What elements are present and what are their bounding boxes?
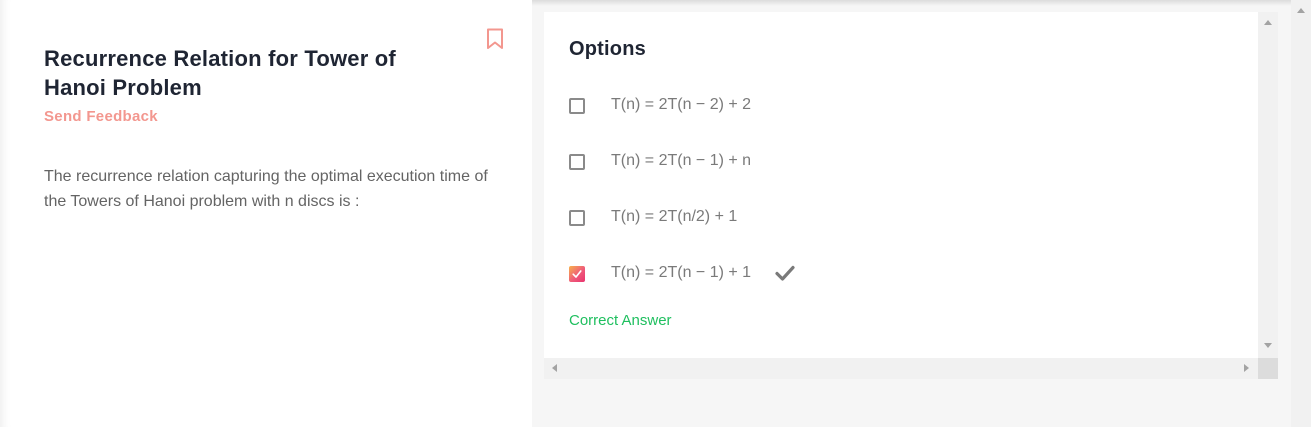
scroll-up-arrow-icon[interactable] (1264, 20, 1272, 25)
option-label: T(n) = 2T(n − 1) + n (611, 152, 752, 169)
option-label: T(n) = 2T(n − 2) + 2 (611, 96, 752, 113)
scrollbar-corner (1258, 358, 1278, 379)
options-card: Options T(n) = 2T(n − 2) + 2 T(n) = 2T(n… (544, 12, 1258, 358)
check-icon (572, 270, 582, 278)
options-heading: Options (569, 38, 646, 60)
question-panel: Recurrence Relation for Tower of Hanoi P… (0, 0, 532, 427)
page-vertical-scrollbar[interactable] (1291, 0, 1311, 427)
options-vertical-scrollbar[interactable] (1258, 12, 1278, 358)
question-text: The recurrence relation capturing the op… (44, 168, 488, 210)
correct-answer-label: Correct Answer (569, 312, 672, 329)
page-scroll-up-arrow-icon[interactable] (1297, 8, 1305, 13)
question-title: Recurrence Relation for Tower of Hanoi P… (44, 46, 396, 100)
option-checkbox[interactable] (569, 210, 585, 226)
option-label: T(n) = 2T(n − 1) + 1 (611, 264, 752, 281)
option-checkbox-checked[interactable] (569, 266, 585, 282)
scroll-left-arrow-icon[interactable] (552, 364, 557, 372)
scroll-down-arrow-icon[interactable] (1264, 343, 1272, 348)
option-checkbox[interactable] (569, 98, 585, 114)
correct-check-icon (775, 265, 795, 281)
send-feedback-link[interactable]: Send Feedback (44, 108, 158, 125)
option-label: T(n) = 2T(n/2) + 1 (611, 208, 738, 225)
bookmark-icon[interactable] (486, 28, 504, 50)
options-horizontal-scrollbar[interactable] (544, 358, 1258, 379)
top-shadow (532, 0, 1291, 6)
option-checkbox[interactable] (569, 154, 585, 170)
scroll-right-arrow-icon[interactable] (1244, 364, 1249, 372)
